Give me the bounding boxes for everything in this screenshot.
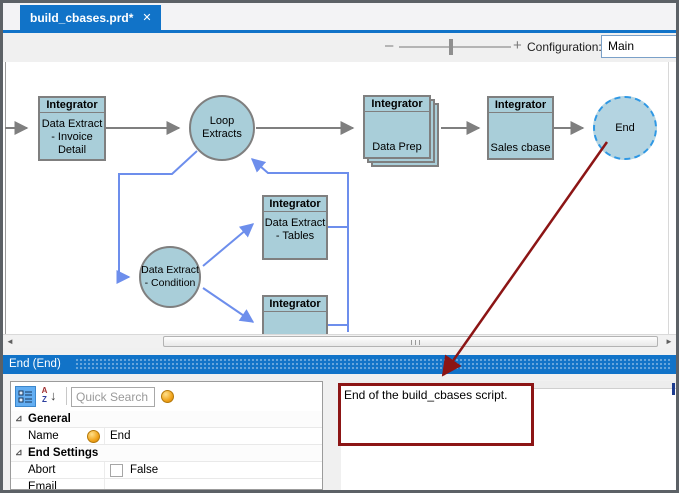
property-row-email[interactable]: Email bbox=[11, 479, 322, 489]
collapse-triangle-icon[interactable]: ⊿ bbox=[15, 447, 23, 458]
sort-down-arrow-icon: ↓ bbox=[50, 388, 57, 403]
column-separator bbox=[104, 428, 105, 444]
panel-title-text: End (End) bbox=[9, 358, 61, 370]
node-sales-cbase[interactable]: Integrator Sales cbase bbox=[487, 96, 554, 160]
toolbar-separator bbox=[66, 387, 67, 405]
node-body: Data Prep bbox=[372, 141, 422, 153]
node-body: Sales cbase bbox=[490, 142, 551, 154]
node-label: Data Extract - Condition bbox=[141, 264, 199, 289]
category-row-end-settings[interactable]: ⊿ End Settings bbox=[11, 445, 322, 462]
node-body: Data Extract - Tables bbox=[264, 217, 326, 242]
zoom-in-icon[interactable]: + bbox=[513, 37, 522, 54]
sort-az-icon: A Z bbox=[41, 386, 48, 404]
property-grid-toolbar: A Z ↓ bbox=[11, 382, 322, 411]
categorized-icon bbox=[18, 390, 32, 403]
macro-icon bbox=[161, 390, 174, 403]
scroll-right-icon[interactable]: ► bbox=[662, 335, 676, 348]
horizontal-scrollbar-thumb[interactable] bbox=[163, 336, 658, 347]
node-header: Integrator bbox=[489, 98, 552, 113]
app-window: build_cbases.prd* ✕ – + Configuration: M… bbox=[0, 0, 679, 493]
node-header: Integrator bbox=[264, 197, 326, 212]
scroll-left-icon[interactable]: ◄ bbox=[3, 335, 17, 348]
node-data-extract-invoice-detail[interactable]: Integrator Data Extract - Invoice Detail bbox=[38, 96, 106, 161]
vertical-scrollbar-thumb[interactable] bbox=[672, 383, 675, 395]
configuration-label: Configuration: bbox=[527, 40, 602, 54]
node-header: Integrator bbox=[365, 97, 429, 112]
diagram-canvas[interactable]: Integrator Data Extract - Invoice Detail… bbox=[3, 62, 676, 348]
property-row-name[interactable]: Name End bbox=[11, 428, 322, 445]
abort-checkbox[interactable] bbox=[110, 464, 123, 477]
tab-build-cbases[interactable]: build_cbases.prd* ✕ bbox=[20, 5, 161, 30]
property-rows: ⊿ General Name End ⊿ End Settings Abort … bbox=[11, 411, 322, 489]
configuration-combobox[interactable]: Main bbox=[601, 35, 679, 58]
node-body: Data Extract - Invoice Detail bbox=[41, 118, 103, 156]
node-label: Loop Extracts bbox=[202, 115, 242, 140]
node-data-extract-condition[interactable]: Data Extract - Condition bbox=[139, 246, 201, 308]
tab-bar: build_cbases.prd* ✕ bbox=[3, 3, 676, 30]
node-loop-extracts[interactable]: Loop Extracts bbox=[189, 95, 255, 161]
node-header: Integrator bbox=[264, 297, 326, 312]
canvas-toolbar: – + Configuration: Main bbox=[3, 33, 679, 62]
alphabetical-sort-button[interactable]: A Z ↓ bbox=[38, 386, 62, 407]
collapse-triangle-icon[interactable]: ⊿ bbox=[15, 413, 23, 424]
zoom-slider-track[interactable] bbox=[399, 46, 511, 48]
quick-search-input[interactable] bbox=[71, 387, 155, 407]
splitter-strip bbox=[3, 348, 676, 355]
node-end-selected[interactable]: End bbox=[593, 96, 657, 160]
property-grid: A Z ↓ ⊿ General Name End ⊿ End Se bbox=[10, 381, 323, 490]
horizontal-scrollbar[interactable]: ◄ ► bbox=[3, 334, 676, 348]
categorized-view-button[interactable] bbox=[15, 386, 36, 407]
scrollbar-grip bbox=[410, 340, 421, 345]
node-label: End bbox=[615, 121, 635, 134]
node-data-extract-tables[interactable]: Integrator Data Extract - Tables bbox=[262, 195, 328, 260]
node-data-prep[interactable]: Integrator Data Prep bbox=[363, 95, 431, 159]
tab-title: build_cbases.prd* bbox=[30, 10, 134, 25]
description-textarea[interactable]: End of the build_cbases script. bbox=[338, 383, 534, 446]
node-header: Integrator bbox=[40, 98, 104, 113]
zoom-out-icon[interactable]: – bbox=[385, 37, 393, 54]
tab-close-icon[interactable]: ✕ bbox=[142, 11, 151, 24]
macro-icon bbox=[87, 430, 100, 443]
category-row-general[interactable]: ⊿ General bbox=[11, 411, 322, 428]
properties-panel-titlebar: End (End) bbox=[3, 355, 676, 374]
titlebar-texture bbox=[75, 358, 672, 371]
column-separator bbox=[104, 479, 105, 489]
zoom-slider-thumb[interactable] bbox=[449, 39, 453, 55]
description-text: End of the build_cbases script. bbox=[344, 388, 508, 402]
column-separator bbox=[104, 462, 105, 478]
property-row-abort[interactable]: Abort False bbox=[11, 462, 322, 479]
